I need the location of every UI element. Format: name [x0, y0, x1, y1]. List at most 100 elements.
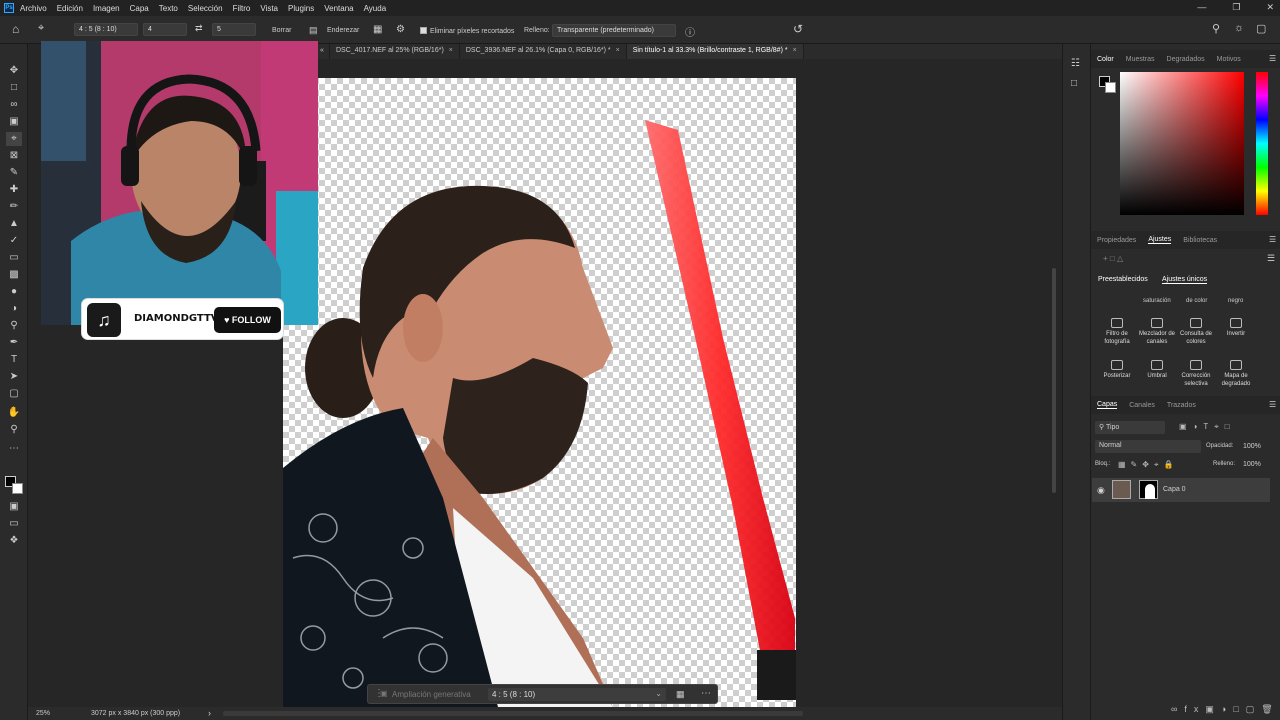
color-bg-swatch[interactable]: [1105, 82, 1116, 93]
lock-icons[interactable]: ▦✎✥⌖🔒: [1118, 460, 1178, 470]
menu-filtro[interactable]: Filtro: [233, 4, 251, 13]
adj-threshold[interactable]: Umbral: [1137, 360, 1177, 380]
document-canvas[interactable]: [283, 78, 796, 707]
chevron-right-icon[interactable]: ›: [208, 708, 211, 718]
tab-canales[interactable]: Canales: [1129, 402, 1155, 409]
generative-expand-button[interactable]: Ampliación generativa: [392, 690, 471, 699]
fill-select[interactable]: Transparente (predeterminado): [552, 24, 676, 37]
taskbar-ratio-select[interactable]: 4 : 5 (8 : 10) ⌄: [488, 688, 666, 701]
zoom-level[interactable]: 25%: [36, 710, 50, 717]
menu-ventana[interactable]: Ventana: [324, 4, 353, 13]
path-selection-tool-icon[interactable]: ➤: [6, 370, 22, 384]
lightbulb-icon[interactable]: ☼: [1234, 22, 1244, 34]
reset-icon[interactable]: ↺: [793, 22, 803, 36]
fill-value[interactable]: 100%: [1243, 461, 1261, 468]
pen-tool-icon[interactable]: ✒: [6, 336, 22, 350]
straighten-button[interactable]: Enderezar: [327, 27, 359, 34]
search-icon[interactable]: ⚲: [1212, 22, 1220, 35]
frame-tool-icon[interactable]: ⊠: [6, 149, 22, 163]
dodge-tool-icon[interactable]: ◑: [6, 302, 22, 316]
crop-tool-icon[interactable]: ⌖: [6, 132, 22, 146]
gradient-tool-icon[interactable]: ▩: [6, 268, 22, 282]
move-tool-icon[interactable]: ✥: [6, 64, 22, 78]
workspace-icon[interactable]: ▢: [1256, 22, 1266, 35]
adj-gradient-map[interactable]: Mapa de degradado: [1216, 360, 1256, 388]
dodge-burn-tool-icon[interactable]: ⚲: [6, 319, 22, 333]
brush-tool-icon[interactable]: ✏: [6, 200, 22, 214]
crop-tool-icon[interactable]: ⌖: [38, 22, 44, 35]
info-icon[interactable]: ⓘ: [685, 24, 695, 39]
close-icon[interactable]: ×: [616, 47, 620, 54]
menu-texto[interactable]: Texto: [159, 4, 178, 13]
adj-channel-mixer[interactable]: Mezclador de canales: [1137, 318, 1177, 346]
tab-sin-titulo-1[interactable]: Sin título-1 al 33.3% (Brillo/contraste …: [626, 44, 804, 59]
adj-invert[interactable]: Invertir: [1216, 318, 1256, 338]
hue-slider[interactable]: [1256, 72, 1268, 215]
opacity-value[interactable]: 100%: [1243, 443, 1261, 450]
eye-icon[interactable]: ◉: [1097, 485, 1105, 496]
close-icon[interactable]: ×: [449, 47, 453, 54]
vertical-scrollbar[interactable]: [1052, 268, 1056, 493]
quick-mask-icon[interactable]: ▣: [6, 500, 22, 514]
minimize-icon[interactable]: —: [1197, 2, 1206, 13]
menu-plugins[interactable]: Plugins: [288, 4, 314, 13]
close-icon[interactable]: ×: [793, 47, 797, 54]
screen-mode-icon[interactable]: ▭: [6, 517, 22, 531]
grid-overlay-icon[interactable]: ▦: [373, 24, 382, 35]
menu-ayuda[interactable]: Ayuda: [364, 4, 387, 13]
subtab-preestablecidos[interactable]: Preestablecidos: [1098, 276, 1148, 283]
list-view-icon[interactable]: ☰: [1267, 253, 1275, 264]
layer-row[interactable]: ◉ Capa 0: [1092, 478, 1270, 502]
type-tool-icon[interactable]: T: [6, 353, 22, 367]
tab-muestras[interactable]: Muestras: [1126, 56, 1155, 63]
grid-icon[interactable]: ▦: [676, 689, 685, 700]
gear-icon[interactable]: ⚙: [396, 24, 405, 35]
layer-filter-select[interactable]: ⚲ Tipo: [1095, 421, 1165, 434]
menu-edicion[interactable]: Edición: [57, 4, 83, 13]
tab-motivos[interactable]: Motivos: [1217, 56, 1241, 63]
blur-tool-icon[interactable]: ●: [6, 285, 22, 299]
clone-stamp-tool-icon[interactable]: ▲: [6, 217, 22, 231]
lasso-tool-icon[interactable]: ∞: [6, 98, 22, 112]
history-icon[interactable]: ☷: [1071, 58, 1080, 69]
more-options-icon[interactable]: ⋯: [701, 688, 711, 699]
height-field[interactable]: 5: [212, 23, 256, 36]
tab-capas[interactable]: Capas: [1097, 401, 1118, 409]
panel-menu-icon[interactable]: ☰: [1269, 400, 1276, 409]
close-icon[interactable]: ✕: [1266, 2, 1274, 13]
color-picker-field[interactable]: [1120, 72, 1244, 215]
width-field[interactable]: 4: [143, 23, 187, 36]
restore-icon[interactable]: ❐: [1232, 2, 1240, 13]
zoom-tool-icon[interactable]: ⚲: [6, 423, 22, 437]
horizontal-scrollbar[interactable]: [223, 711, 803, 716]
marquee-tool-icon[interactable]: □: [6, 81, 22, 95]
ratio-select[interactable]: 4 : 5 (8 : 10): [74, 23, 138, 36]
comments-icon[interactable]: □: [1071, 78, 1077, 89]
clear-button[interactable]: Borrar: [272, 27, 291, 34]
tab-dsc-3936[interactable]: DSC_3936.NEF al 26.1% (Capa 0, RGB/16*) …: [460, 44, 627, 59]
hand-tool-icon[interactable]: ✋: [6, 406, 22, 420]
history-brush-tool-icon[interactable]: ✓: [6, 234, 22, 248]
tab-dsc-4017[interactable]: DSC_4017.NEF al 25% (RGB/16*) ×: [330, 44, 460, 59]
adj-selective-color[interactable]: Corrección selectiva: [1176, 360, 1216, 388]
add-adjustment-icon[interactable]: + □ △: [1103, 254, 1123, 263]
menu-archivo[interactable]: Archivo: [20, 4, 47, 13]
background-color-swatch[interactable]: [12, 483, 23, 494]
tab-degradados[interactable]: Degradados: [1167, 56, 1205, 63]
healing-brush-tool-icon[interactable]: ✚: [6, 183, 22, 197]
rectangle-tool-icon[interactable]: ▢: [6, 387, 22, 401]
tab-bibliotecas[interactable]: Bibliotecas: [1183, 237, 1217, 244]
tab-trazados[interactable]: Trazados: [1167, 402, 1196, 409]
subtab-ajustes-unicos[interactable]: Ajustes únicos: [1162, 276, 1208, 284]
eraser-tool-icon[interactable]: ▭: [6, 251, 22, 265]
home-icon[interactable]: ⌂: [12, 22, 19, 36]
delete-cropped-checkbox[interactable]: Eliminar píxeles recortados: [420, 27, 514, 35]
menu-vista[interactable]: Vista: [260, 4, 278, 13]
panel-menu-icon[interactable]: ☰: [1269, 235, 1276, 244]
panel-menu-icon[interactable]: ☰: [1269, 54, 1276, 63]
tab-propiedades[interactable]: Propiedades: [1097, 237, 1136, 244]
blend-mode-select[interactable]: Normal: [1095, 440, 1201, 453]
straighten-icon[interactable]: ▤: [309, 25, 318, 36]
tab-color[interactable]: Color: [1097, 56, 1114, 63]
adj-photo-filter[interactable]: Filtro de fotografía: [1097, 318, 1137, 346]
